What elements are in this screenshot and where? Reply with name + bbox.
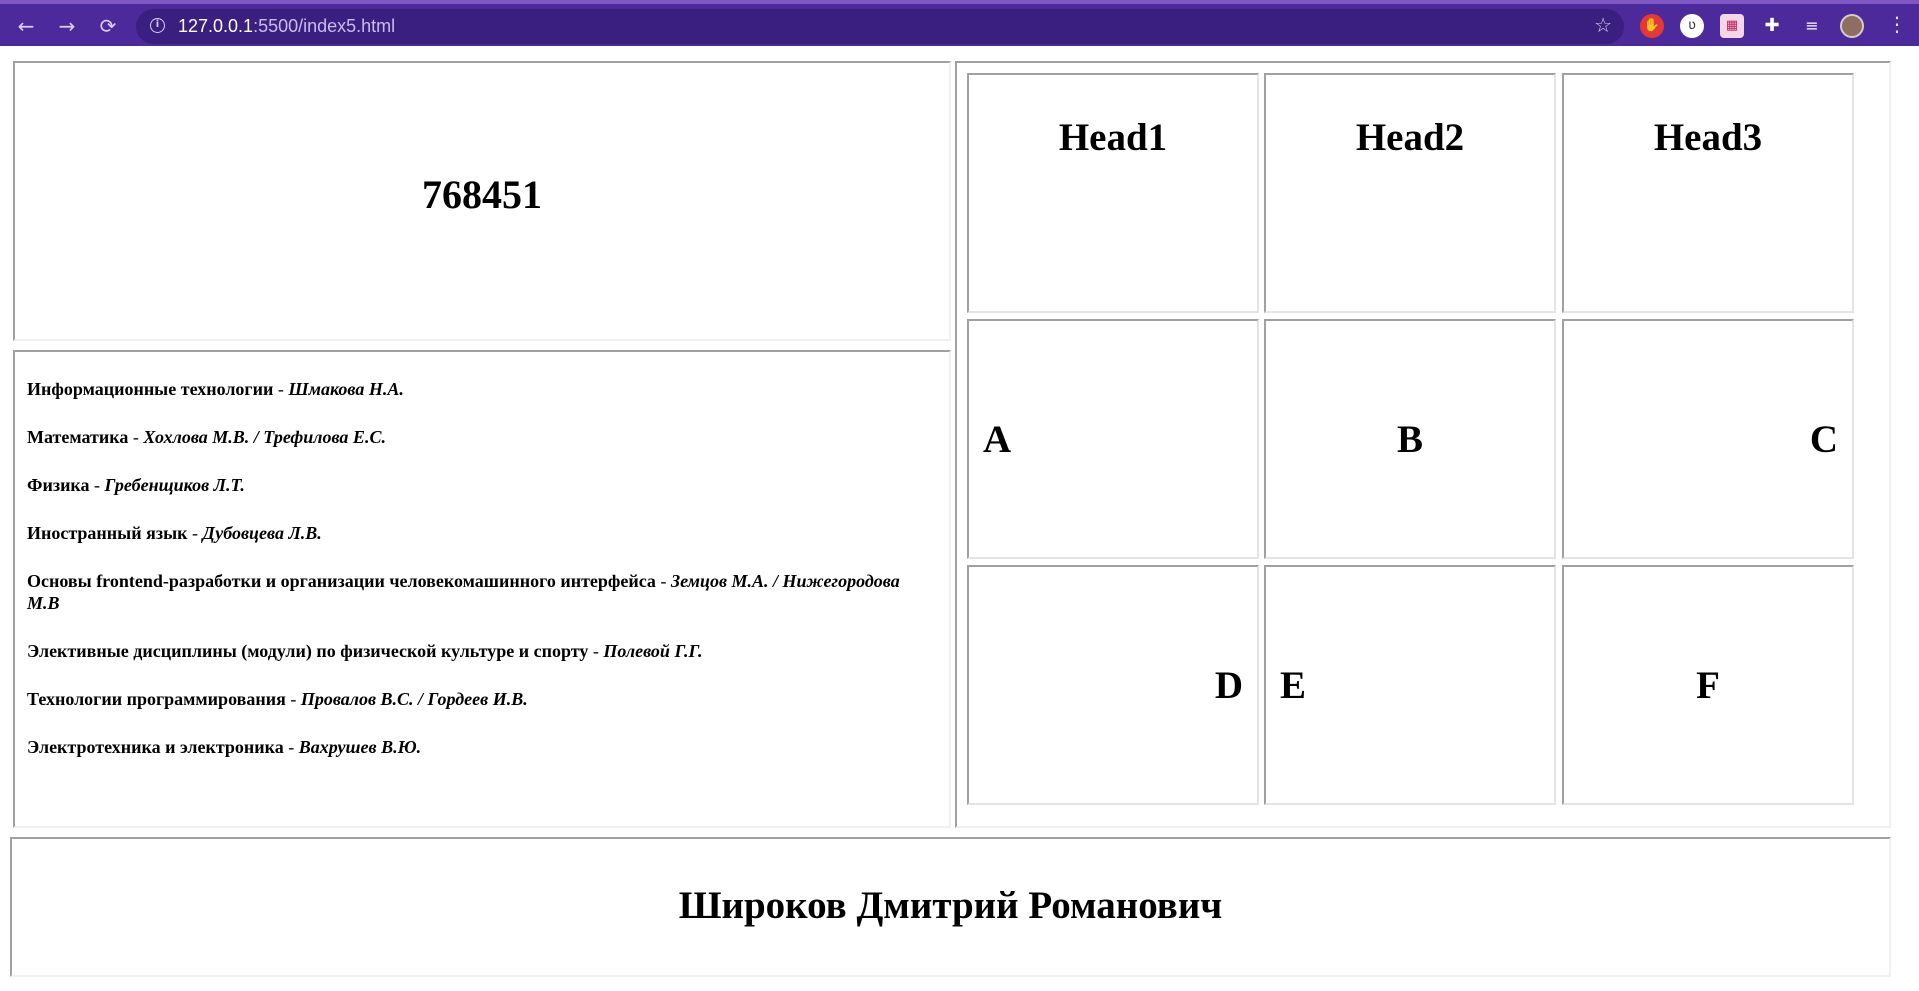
subject-separator: - bbox=[285, 689, 301, 709]
grid-cell: C bbox=[1562, 319, 1854, 559]
subject-item: Основы frontend-разработки и организации… bbox=[27, 570, 927, 614]
teacher-name: Вахрушев В.Ю. bbox=[298, 737, 422, 757]
subject-item: Математика - Хохлова М.В. / Трефилова Е.… bbox=[27, 426, 927, 448]
subject-name: Основы frontend-разработки и организации… bbox=[27, 571, 656, 591]
teacher-name: Дубовцева Л.В. bbox=[202, 523, 322, 543]
profile-avatar[interactable] bbox=[1840, 14, 1864, 38]
url-text[interactable]: 127.0.0.1:5500/index5.html bbox=[178, 16, 395, 37]
back-icon[interactable]: ← bbox=[13, 13, 39, 39]
bookmark-star-icon[interactable]: ☆ bbox=[1594, 13, 1612, 37]
subject-list: Информационные технологии - Шмакова Н.А.… bbox=[27, 378, 927, 784]
grid-cell: D bbox=[967, 565, 1259, 805]
reload-icon[interactable]: ⟳ bbox=[95, 13, 121, 39]
reading-list-icon[interactable]: ≡ bbox=[1800, 14, 1824, 38]
adblock-extension-icon[interactable]: ✋ bbox=[1640, 14, 1664, 38]
forward-icon[interactable]: → bbox=[54, 13, 80, 39]
info-icon[interactable]: i bbox=[150, 18, 165, 33]
grid-header: Head2 bbox=[1355, 116, 1465, 159]
subject-item: Технологии программирования - Провалов В… bbox=[27, 688, 927, 710]
subject-item: Электротехника и электроника - Вахрушев … bbox=[27, 736, 927, 758]
teacher-name: Полевой Г.Г. bbox=[603, 641, 703, 661]
grid-header: Head3 bbox=[1653, 116, 1763, 159]
subject-item: Физика - Гребенщиков Л.Т. bbox=[27, 474, 927, 496]
subjects-panel: Информационные технологии - Шмакова Н.А.… bbox=[13, 350, 951, 828]
grid-header: Head1 bbox=[1058, 116, 1168, 159]
vk-extension-icon[interactable]: ʋ bbox=[1680, 14, 1704, 38]
subject-name: Информационные технологии bbox=[27, 379, 274, 399]
footer-panel: Широков Дмитрий Романович bbox=[10, 837, 1891, 977]
subject-separator: - bbox=[89, 475, 105, 495]
extensions-puzzle-icon[interactable]: ✚ bbox=[1760, 14, 1784, 38]
grid-header-cell: Head3 bbox=[1562, 73, 1854, 313]
grid-cell: E bbox=[1264, 565, 1556, 805]
grid-cell: A bbox=[967, 319, 1259, 559]
subject-item: Иностранный язык - Дубовцева Л.В. bbox=[27, 522, 927, 544]
code-number: 768451 bbox=[422, 172, 542, 217]
teacher-name: Провалов В.С. / Гордеев И.В. bbox=[300, 689, 528, 709]
grid-cell-text: F bbox=[1696, 664, 1720, 707]
subject-name: Электротехника и электроника bbox=[27, 737, 284, 757]
subject-name: Элективные дисциплины (модули) по физиче… bbox=[27, 641, 589, 661]
grid-cell-text: B bbox=[1396, 418, 1423, 461]
subject-name: Иностранный язык bbox=[27, 523, 188, 543]
grid-cell: F bbox=[1562, 565, 1854, 805]
subject-name: Технологии программирования bbox=[27, 689, 286, 709]
subject-separator: - bbox=[273, 379, 289, 399]
browser-toolbar: ← → ⟳ i 127.0.0.1:5500/index5.html ☆ ✋ ʋ… bbox=[0, 0, 1919, 46]
teacher-name: Хохлова М.В. / Трефилова Е.С. bbox=[143, 427, 386, 447]
teacher-name: Шмакова Н.А. bbox=[288, 379, 404, 399]
grid-cell-text: A bbox=[983, 418, 1012, 461]
code-panel: 768451 bbox=[13, 61, 951, 341]
subject-separator: - bbox=[588, 641, 604, 661]
subject-separator: - bbox=[128, 427, 144, 447]
subject-separator: - bbox=[187, 523, 203, 543]
grid-cell-text: D bbox=[1214, 664, 1243, 707]
subject-item: Элективные дисциплины (модули) по физиче… bbox=[27, 640, 927, 662]
subject-name: Математика bbox=[27, 427, 129, 447]
grid-cell-text: E bbox=[1280, 664, 1307, 707]
subject-separator: - bbox=[655, 571, 671, 591]
url-host: 127.0.0.1 bbox=[178, 16, 254, 36]
browser-menu-icon[interactable]: ⋮ bbox=[1887, 12, 1907, 36]
grid-header-cell: Head1 bbox=[967, 73, 1259, 313]
grid-panel: Head1 Head2 Head3 A B C D E F bbox=[955, 61, 1891, 828]
grid-cell: B bbox=[1264, 319, 1556, 559]
teacher-name: Гребенщиков Л.Т. bbox=[104, 475, 245, 495]
url-path: :5500/index5.html bbox=[253, 16, 396, 36]
grid-cell-text: C bbox=[1809, 418, 1838, 461]
subject-item: Информационные технологии - Шмакова Н.А. bbox=[27, 378, 927, 400]
author-name: Широков Дмитрий Романович bbox=[678, 884, 1223, 927]
calendar-extension-icon[interactable]: ▦ bbox=[1720, 14, 1744, 38]
page-content: 768451 Информационные технологии - Шмако… bbox=[0, 46, 1919, 991]
subject-separator: - bbox=[283, 737, 299, 757]
address-bar[interactable]: i 127.0.0.1:5500/index5.html ☆ bbox=[136, 9, 1624, 44]
grid-header-cell: Head2 bbox=[1264, 73, 1556, 313]
subject-name: Физика bbox=[27, 475, 90, 495]
